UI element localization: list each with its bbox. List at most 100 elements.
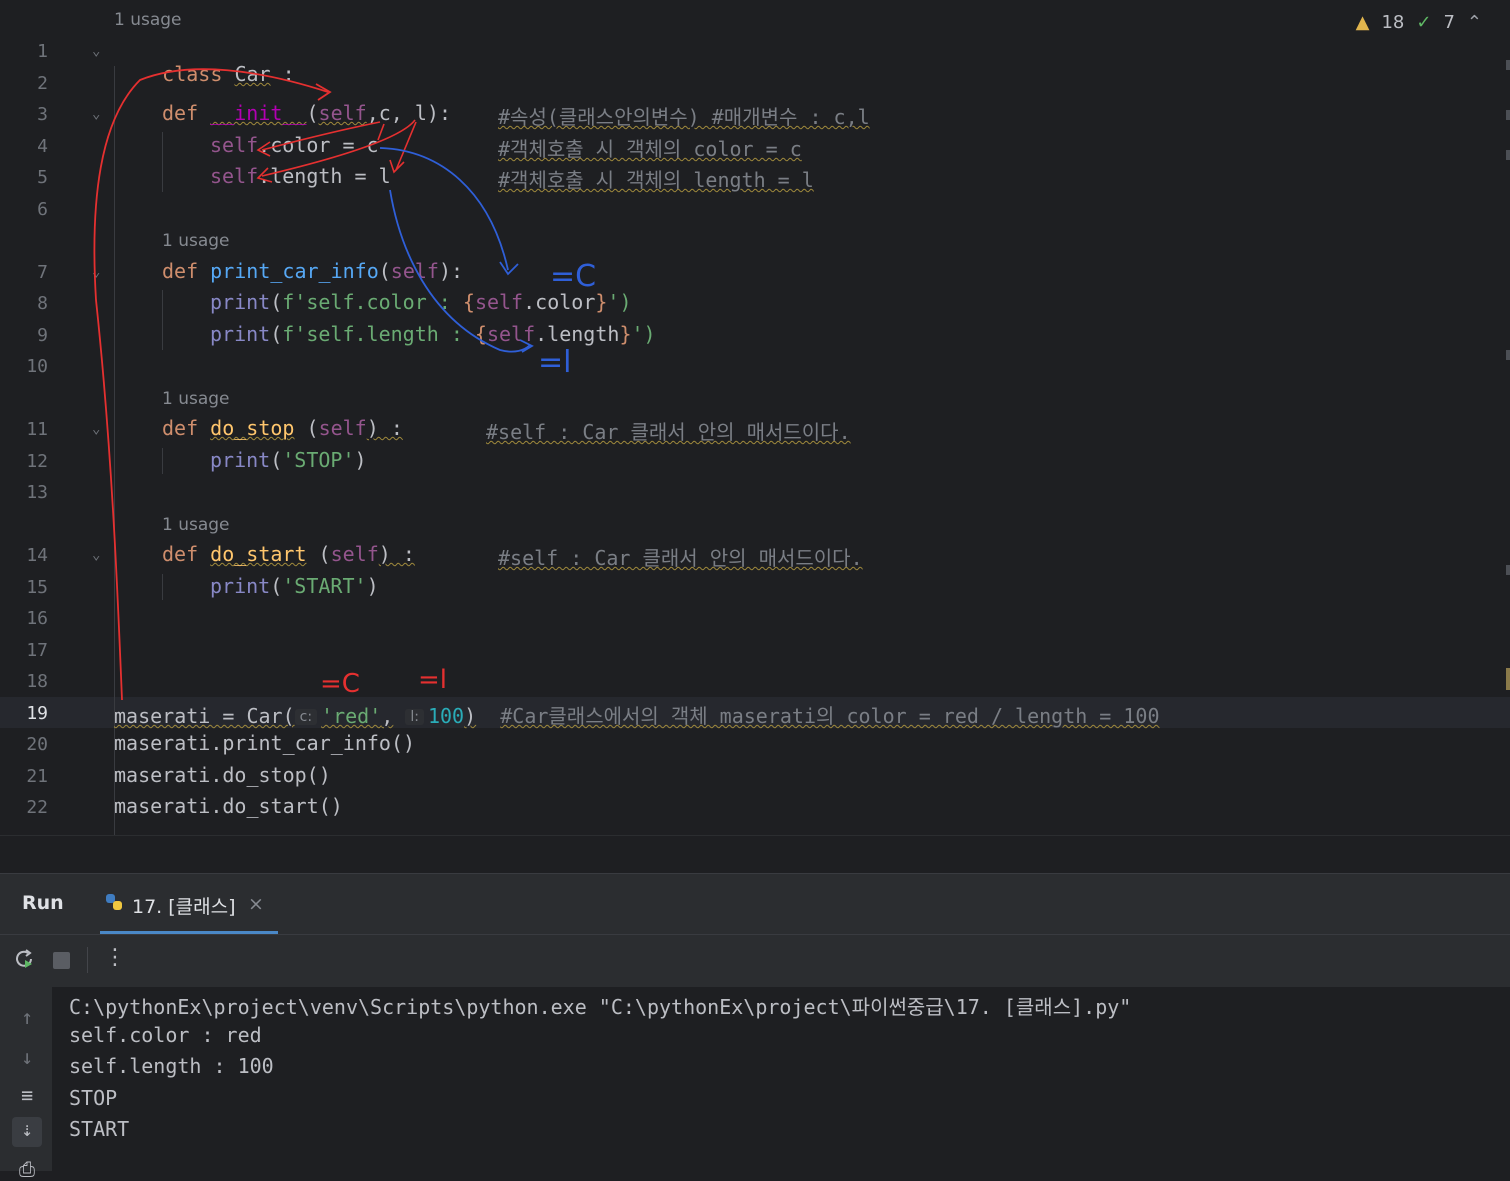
string-literal: 'START' <box>282 574 367 598</box>
builtin-print: print <box>210 290 271 314</box>
print-icon[interactable]: ⎙ <box>12 1157 42 1181</box>
self-ref: self <box>474 290 524 314</box>
console-output[interactable]: C:\pythonEx\project\venv\Scripts\python.… <box>52 987 1510 1171</box>
weak-warning-count: 7 <box>1443 12 1455 33</box>
inspection-widget[interactable]: ▲ 18 ✓ 7 ⌃ <box>1356 12 1482 33</box>
close-icon[interactable]: × <box>248 893 264 915</box>
soft-wrap-icon[interactable]: ≡ <box>12 1083 42 1107</box>
string-literal: 'red' <box>321 704 382 728</box>
line-number: 9 <box>37 325 48 346</box>
self-ref: self <box>210 133 259 157</box>
code-line[interactable]: print('START') <box>210 574 379 598</box>
fstring-end: ') <box>607 290 632 314</box>
console-line: self.length : 100 <box>69 1054 274 1078</box>
fold-chevron-icon[interactable]: ⌄ <box>92 106 100 122</box>
line-number: 21 <box>26 766 48 787</box>
usage-hint[interactable]: 1 usage <box>162 231 230 251</box>
fold-chevron-icon[interactable]: ⌄ <box>92 43 100 59</box>
attribute: .color <box>523 290 596 314</box>
run-title: Run <box>22 892 64 914</box>
brace: { <box>474 322 487 346</box>
fold-chevron-icon[interactable]: ⌄ <box>92 547 100 563</box>
code-line[interactable]: maserati = Car(c:'red', l: 100) #Car클래스에서… <box>114 700 1160 729</box>
params: ,c, l): <box>366 101 452 125</box>
console-line: self.color : red <box>69 1023 262 1047</box>
code-line[interactable]: maserati.print_car_info() <box>114 731 415 755</box>
function-name: do_stop <box>210 416 295 440</box>
line-number: 13 <box>26 482 48 503</box>
rerun-icon[interactable] <box>12 947 36 975</box>
punctuation: ( <box>378 259 391 283</box>
code-line[interactable]: def __init__(self,c, l): <box>162 101 451 125</box>
code-comment: #Car클래스에서의 객체 maserati의 color = red / le… <box>500 704 1160 728</box>
keyword: def <box>162 259 199 283</box>
class-name: Car <box>234 62 271 86</box>
fstring-end: ') <box>631 322 656 346</box>
indent-guide <box>162 290 163 350</box>
punctuation: ) <box>354 448 367 472</box>
red-annotation-l: =l <box>418 665 447 695</box>
panel-divider[interactable] <box>0 835 1510 874</box>
code-line[interactable]: def do_stop (self) : <box>162 416 403 440</box>
code-comment: #속성(클래스안의변수) #매개변수 : c,l <box>498 105 870 129</box>
attribute: .length <box>535 322 620 346</box>
scroll-mark <box>1506 110 1510 120</box>
blue-annotation-l: =l <box>538 345 571 380</box>
keyword: def <box>162 416 199 440</box>
self-param: self <box>390 259 439 283</box>
fold-chevron-icon[interactable]: ⌄ <box>92 421 100 437</box>
string-literal: 'STOP' <box>282 448 355 472</box>
code-line[interactable]: print('STOP') <box>210 448 367 472</box>
more-options-icon[interactable]: ⋮ <box>104 945 126 970</box>
punctuation: ( <box>270 448 283 472</box>
code-line[interactable]: maserati.do_stop() <box>114 763 331 787</box>
line-number: 18 <box>26 671 48 692</box>
code-line[interactable]: self.length = l <box>210 164 391 188</box>
punctuation: , <box>381 704 394 728</box>
warning-icon: ▲ <box>1355 12 1370 33</box>
run-toolbar: ⋮ <box>0 934 1510 988</box>
punctuation: : <box>282 62 295 86</box>
punctuation: ) : <box>366 416 403 440</box>
brace: } <box>619 322 632 346</box>
run-tab[interactable]: 17. [클래스] × <box>100 874 278 934</box>
usage-hint[interactable]: 1 usage <box>114 10 182 30</box>
stop-icon[interactable] <box>53 952 70 969</box>
arrow-up-icon[interactable]: ↑ <box>12 1005 42 1029</box>
line-number: 6 <box>37 199 48 220</box>
punctuation: ( <box>294 416 319 440</box>
usage-hint[interactable]: 1 usage <box>162 389 230 409</box>
line-number: 16 <box>26 608 48 629</box>
line-number: 15 <box>26 577 48 598</box>
scroll-to-end-icon[interactable]: ⇣ <box>12 1117 42 1147</box>
line-number: 2 <box>37 73 48 94</box>
function-name: print_car_info <box>210 259 379 283</box>
arrow-down-icon[interactable]: ↓ <box>12 1045 42 1069</box>
code-line[interactable]: def do_start (self) : <box>162 542 415 566</box>
console-sidebar: ↑ ↓ ≡ ⇣ ⎙ <box>0 987 52 1181</box>
scroll-mark <box>1506 60 1510 70</box>
warning-count: 18 <box>1381 12 1405 33</box>
code-editor[interactable]: ▲ 18 ✓ 7 ⌃ 1 usage 1 usage 1 usage 1 usa… <box>0 0 1510 835</box>
code-line[interactable]: class Car : <box>114 38 295 110</box>
blue-annotation-c: =C <box>550 259 596 294</box>
usage-hint[interactable]: 1 usage <box>162 515 230 535</box>
statement: maserati = Car( <box>114 704 295 728</box>
punctuation: ( <box>306 101 319 125</box>
code-line[interactable]: maserati.do_start() <box>114 794 343 818</box>
code-line[interactable]: print(f'self.length : {self.length}') <box>210 322 656 346</box>
indent-guide <box>162 574 163 600</box>
chevron-up-icon[interactable]: ⌃ <box>1467 12 1482 33</box>
line-number: 1 <box>37 41 48 62</box>
console-line: C:\pythonEx\project\venv\Scripts\python.… <box>69 995 1132 1019</box>
code-line[interactable]: self.color = c <box>210 133 379 157</box>
code-line[interactable]: def print_car_info(self): <box>162 259 463 283</box>
line-number: 5 <box>37 167 48 188</box>
line-number: 17 <box>26 640 48 661</box>
punctuation: ) <box>366 574 379 598</box>
fold-chevron-icon[interactable]: ⌄ <box>92 264 100 280</box>
self-ref: self <box>210 164 259 188</box>
self-param: self <box>330 542 379 566</box>
scroll-mark <box>1506 565 1510 575</box>
code-line[interactable]: print(f'self.color : {self.color}') <box>210 290 632 314</box>
